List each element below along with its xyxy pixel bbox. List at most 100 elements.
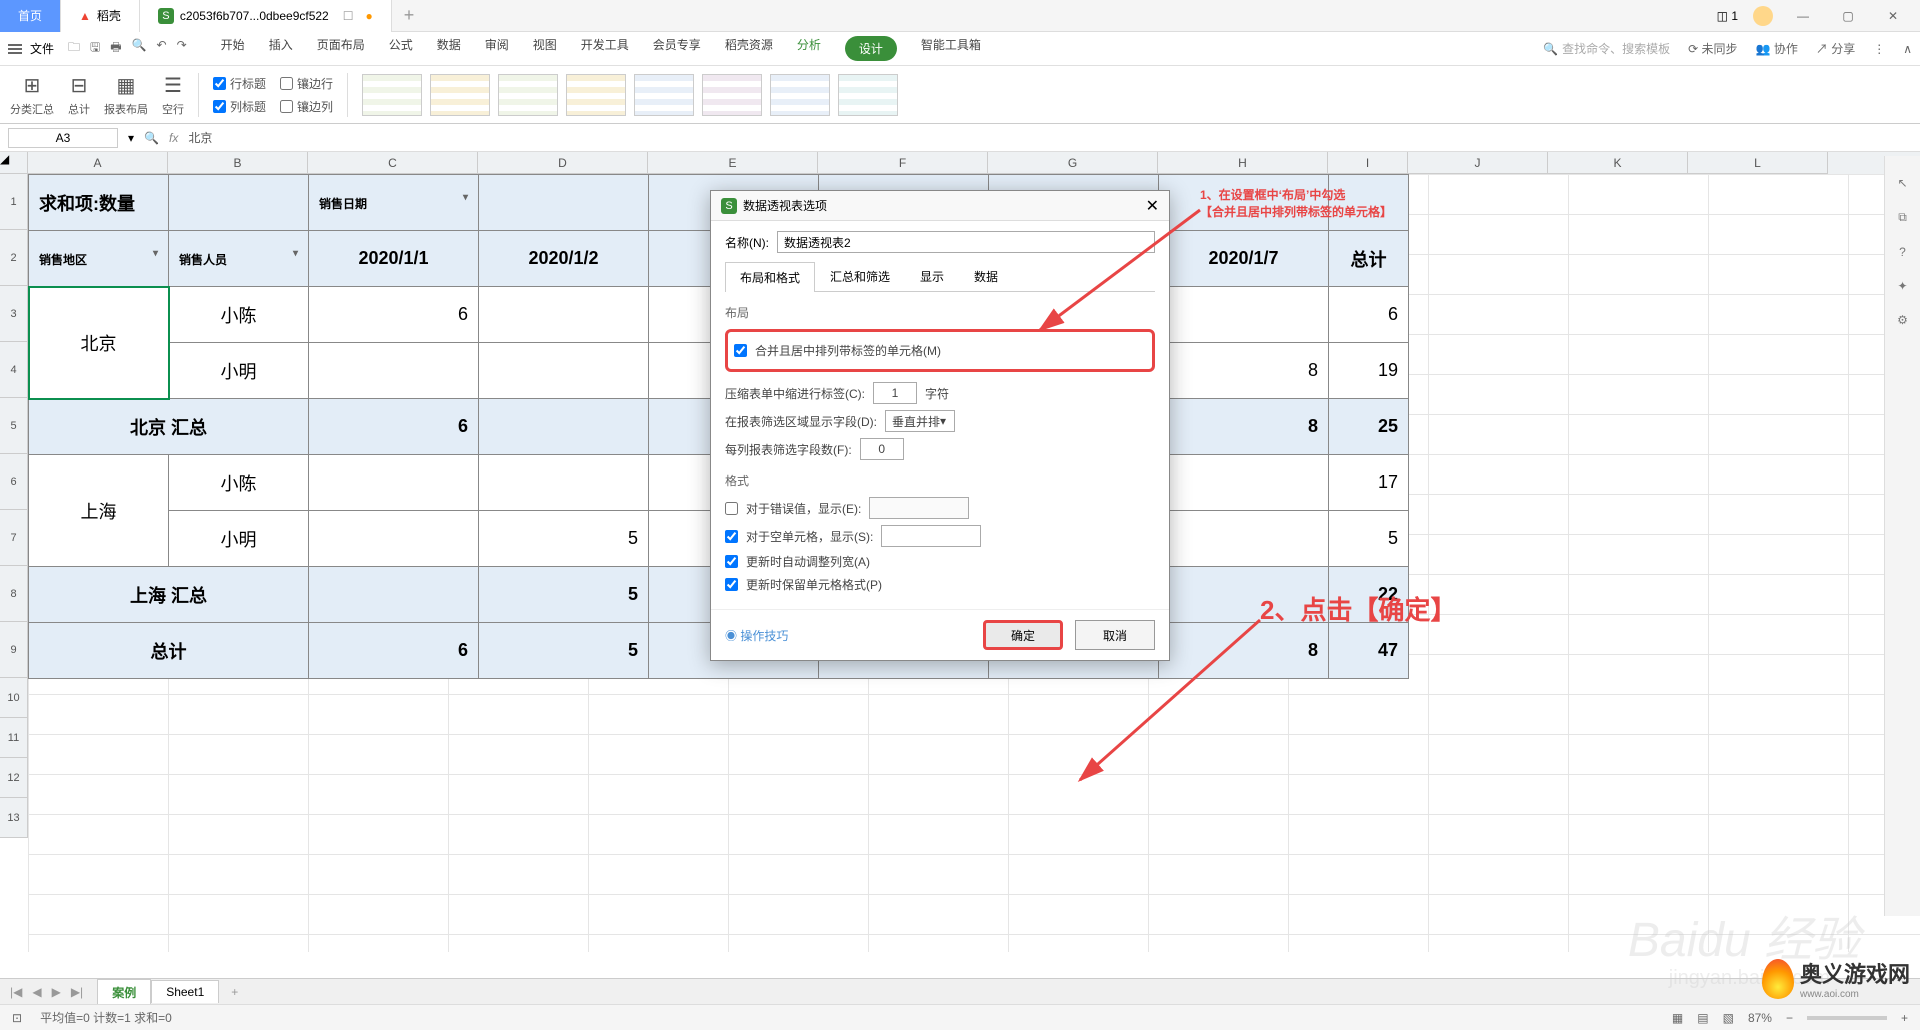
print-icon[interactable]: 🖶 [110, 38, 121, 59]
row-band-checkbox[interactable]: 镶边行 [280, 75, 333, 92]
row-header-1[interactable]: 1 [0, 174, 28, 230]
minimize-button[interactable]: — [1788, 9, 1818, 23]
redo-icon[interactable]: ↷ [177, 38, 187, 59]
zoom-out-button[interactable]: − [1786, 1011, 1793, 1025]
empty-value-input[interactable] [881, 525, 981, 547]
cursor-icon[interactable]: ↖ [1897, 176, 1907, 190]
zoom-slider[interactable] [1807, 1016, 1887, 1020]
tab-docker[interactable]: ▲稻壳 [61, 0, 140, 32]
menu-start[interactable]: 开始 [221, 36, 245, 61]
menu-resources[interactable]: 稻壳资源 [725, 36, 773, 61]
autofit-checkbox[interactable]: 更新时自动调整列宽(A) [725, 553, 1155, 570]
dialog-tab-data[interactable]: 数据 [959, 261, 1013, 291]
maximize-button[interactable]: ▢ [1833, 9, 1863, 23]
sheet-nav-first[interactable]: |◀ [10, 985, 22, 999]
row-header-checkbox[interactable]: 行标题 [213, 75, 266, 92]
row-header-11[interactable]: 11 [0, 718, 28, 758]
filter-count-spinner[interactable]: 0 [860, 438, 904, 460]
new-tab-button[interactable]: + [392, 5, 427, 26]
col-header-I[interactable]: I [1328, 152, 1408, 174]
col-header-E[interactable]: E [648, 152, 818, 174]
avatar[interactable] [1753, 6, 1773, 26]
close-window-button[interactable]: ✕ [1878, 9, 1908, 23]
view-page-icon[interactable]: ▤ [1697, 1011, 1708, 1025]
measure-cell[interactable]: 求和项:数量 [29, 175, 169, 231]
collab-button[interactable]: 👥 协作 [1756, 40, 1798, 57]
formula-value[interactable]: 北京 [188, 129, 212, 146]
ok-button[interactable]: 确定 [983, 620, 1063, 650]
preserve-format-checkbox[interactable]: 更新时保留单元格格式(P) [725, 576, 1155, 593]
error-display-checkbox[interactable]: 对于错误值，显示(E): [725, 497, 1155, 519]
panel-icon-2[interactable]: ✦ [1897, 279, 1907, 293]
col-header-C[interactable]: C [308, 152, 478, 174]
menu-smart[interactable]: 智能工具箱 [921, 36, 981, 61]
share-button[interactable]: ↗ 分享 [1816, 40, 1855, 57]
save-icon[interactable]: 🖫 [90, 38, 100, 59]
col-header-F[interactable]: F [818, 152, 988, 174]
menu-insert[interactable]: 插入 [269, 36, 293, 61]
help-icon[interactable]: ? [1899, 245, 1906, 259]
menu-review[interactable]: 审阅 [485, 36, 509, 61]
sheet-nav-last[interactable]: ▶| [71, 985, 83, 999]
dialog-tab-filter[interactable]: 汇总和筛选 [815, 261, 905, 291]
menu-view[interactable]: 视图 [533, 36, 557, 61]
menu-formula[interactable]: 公式 [389, 36, 413, 61]
tab-close-icon[interactable]: ☐ [343, 9, 354, 23]
menu-layout[interactable]: 页面布局 [317, 36, 365, 61]
col-header-J[interactable]: J [1408, 152, 1548, 174]
subtotal-button[interactable]: ⊞分类汇总 [10, 73, 54, 117]
region-header-cell[interactable]: 销售地区▾ [29, 231, 169, 287]
tips-link[interactable]: ◉ 操作技巧 [725, 627, 788, 644]
row-header-2[interactable]: 2 [0, 230, 28, 286]
zoom-in-button[interactable]: + [1901, 1011, 1908, 1025]
hamburger-icon[interactable] [8, 48, 22, 50]
menu-data[interactable]: 数据 [437, 36, 461, 61]
more-icon[interactable]: ⋮ [1873, 42, 1885, 56]
undo-icon[interactable]: ↶ [157, 38, 167, 59]
indent-spinner[interactable]: 1 [873, 382, 917, 404]
grid-mode-icon[interactable]: ◫ 1 [1717, 9, 1738, 23]
name-box-dropdown-icon[interactable]: ▾ [128, 131, 134, 145]
view-normal-icon[interactable]: ▦ [1672, 1011, 1683, 1025]
fx-search-icon[interactable]: 🔍 [144, 131, 159, 145]
name-box[interactable]: A3 [8, 128, 118, 148]
col-band-checkbox[interactable]: 镶边列 [280, 98, 333, 115]
report-layout-button[interactable]: ▦报表布局 [104, 73, 148, 117]
zoom-level[interactable]: 87% [1748, 1011, 1772, 1025]
row-header-10[interactable]: 10 [0, 678, 28, 718]
sheet-nav-next[interactable]: ▶ [52, 985, 61, 999]
dialog-tab-layout[interactable]: 布局和格式 [725, 262, 815, 292]
sheet-tab-1[interactable]: 案例 [97, 979, 151, 1005]
tab-home[interactable]: 首页 [0, 0, 61, 32]
add-sheet-button[interactable]: + [219, 985, 250, 999]
menu-design[interactable]: 设计 [845, 36, 897, 61]
filter-area-dropdown[interactable]: 垂直并排 ▾ [885, 410, 955, 432]
col-header-checkbox[interactable]: 列标题 [213, 98, 266, 115]
row-header-6[interactable]: 6 [0, 454, 28, 510]
selected-cell-A3[interactable]: 北京 [29, 287, 169, 399]
view-custom-icon[interactable]: ▧ [1723, 1011, 1734, 1025]
row-header-3[interactable]: 3 [0, 286, 28, 342]
sheet-nav-prev[interactable]: ◀ [32, 985, 41, 999]
person-header-cell[interactable]: 销售人员▾ [169, 231, 309, 287]
date-header-cell[interactable]: 销售日期▾ [309, 175, 479, 231]
total-button[interactable]: ⊟总计 [68, 73, 90, 117]
file-menu[interactable]: 文件 [30, 40, 54, 57]
col-header-H[interactable]: H [1158, 152, 1328, 174]
collapse-ribbon-icon[interactable]: ∧ [1903, 42, 1912, 56]
row-header-5[interactable]: 5 [0, 398, 28, 454]
col-header-D[interactable]: D [478, 152, 648, 174]
row-header-9[interactable]: 9 [0, 622, 28, 678]
row-header-4[interactable]: 4 [0, 342, 28, 398]
col-header-G[interactable]: G [988, 152, 1158, 174]
sync-status[interactable]: ⟳ 未同步 [1688, 40, 1737, 57]
sheet-tab-2[interactable]: Sheet1 [151, 980, 219, 1003]
dialog-tab-show[interactable]: 显示 [905, 261, 959, 291]
panel-icon-1[interactable]: ⧉ [1898, 210, 1907, 225]
col-header-L[interactable]: L [1688, 152, 1828, 174]
dropdown-icon[interactable]: ▾ [463, 192, 468, 203]
tab-document[interactable]: Sc2053f6b707...0dbee9cf522☐● [140, 0, 392, 32]
select-all-corner[interactable]: ◢ [0, 152, 28, 174]
row-header-8[interactable]: 8 [0, 566, 28, 622]
col-header-B[interactable]: B [168, 152, 308, 174]
